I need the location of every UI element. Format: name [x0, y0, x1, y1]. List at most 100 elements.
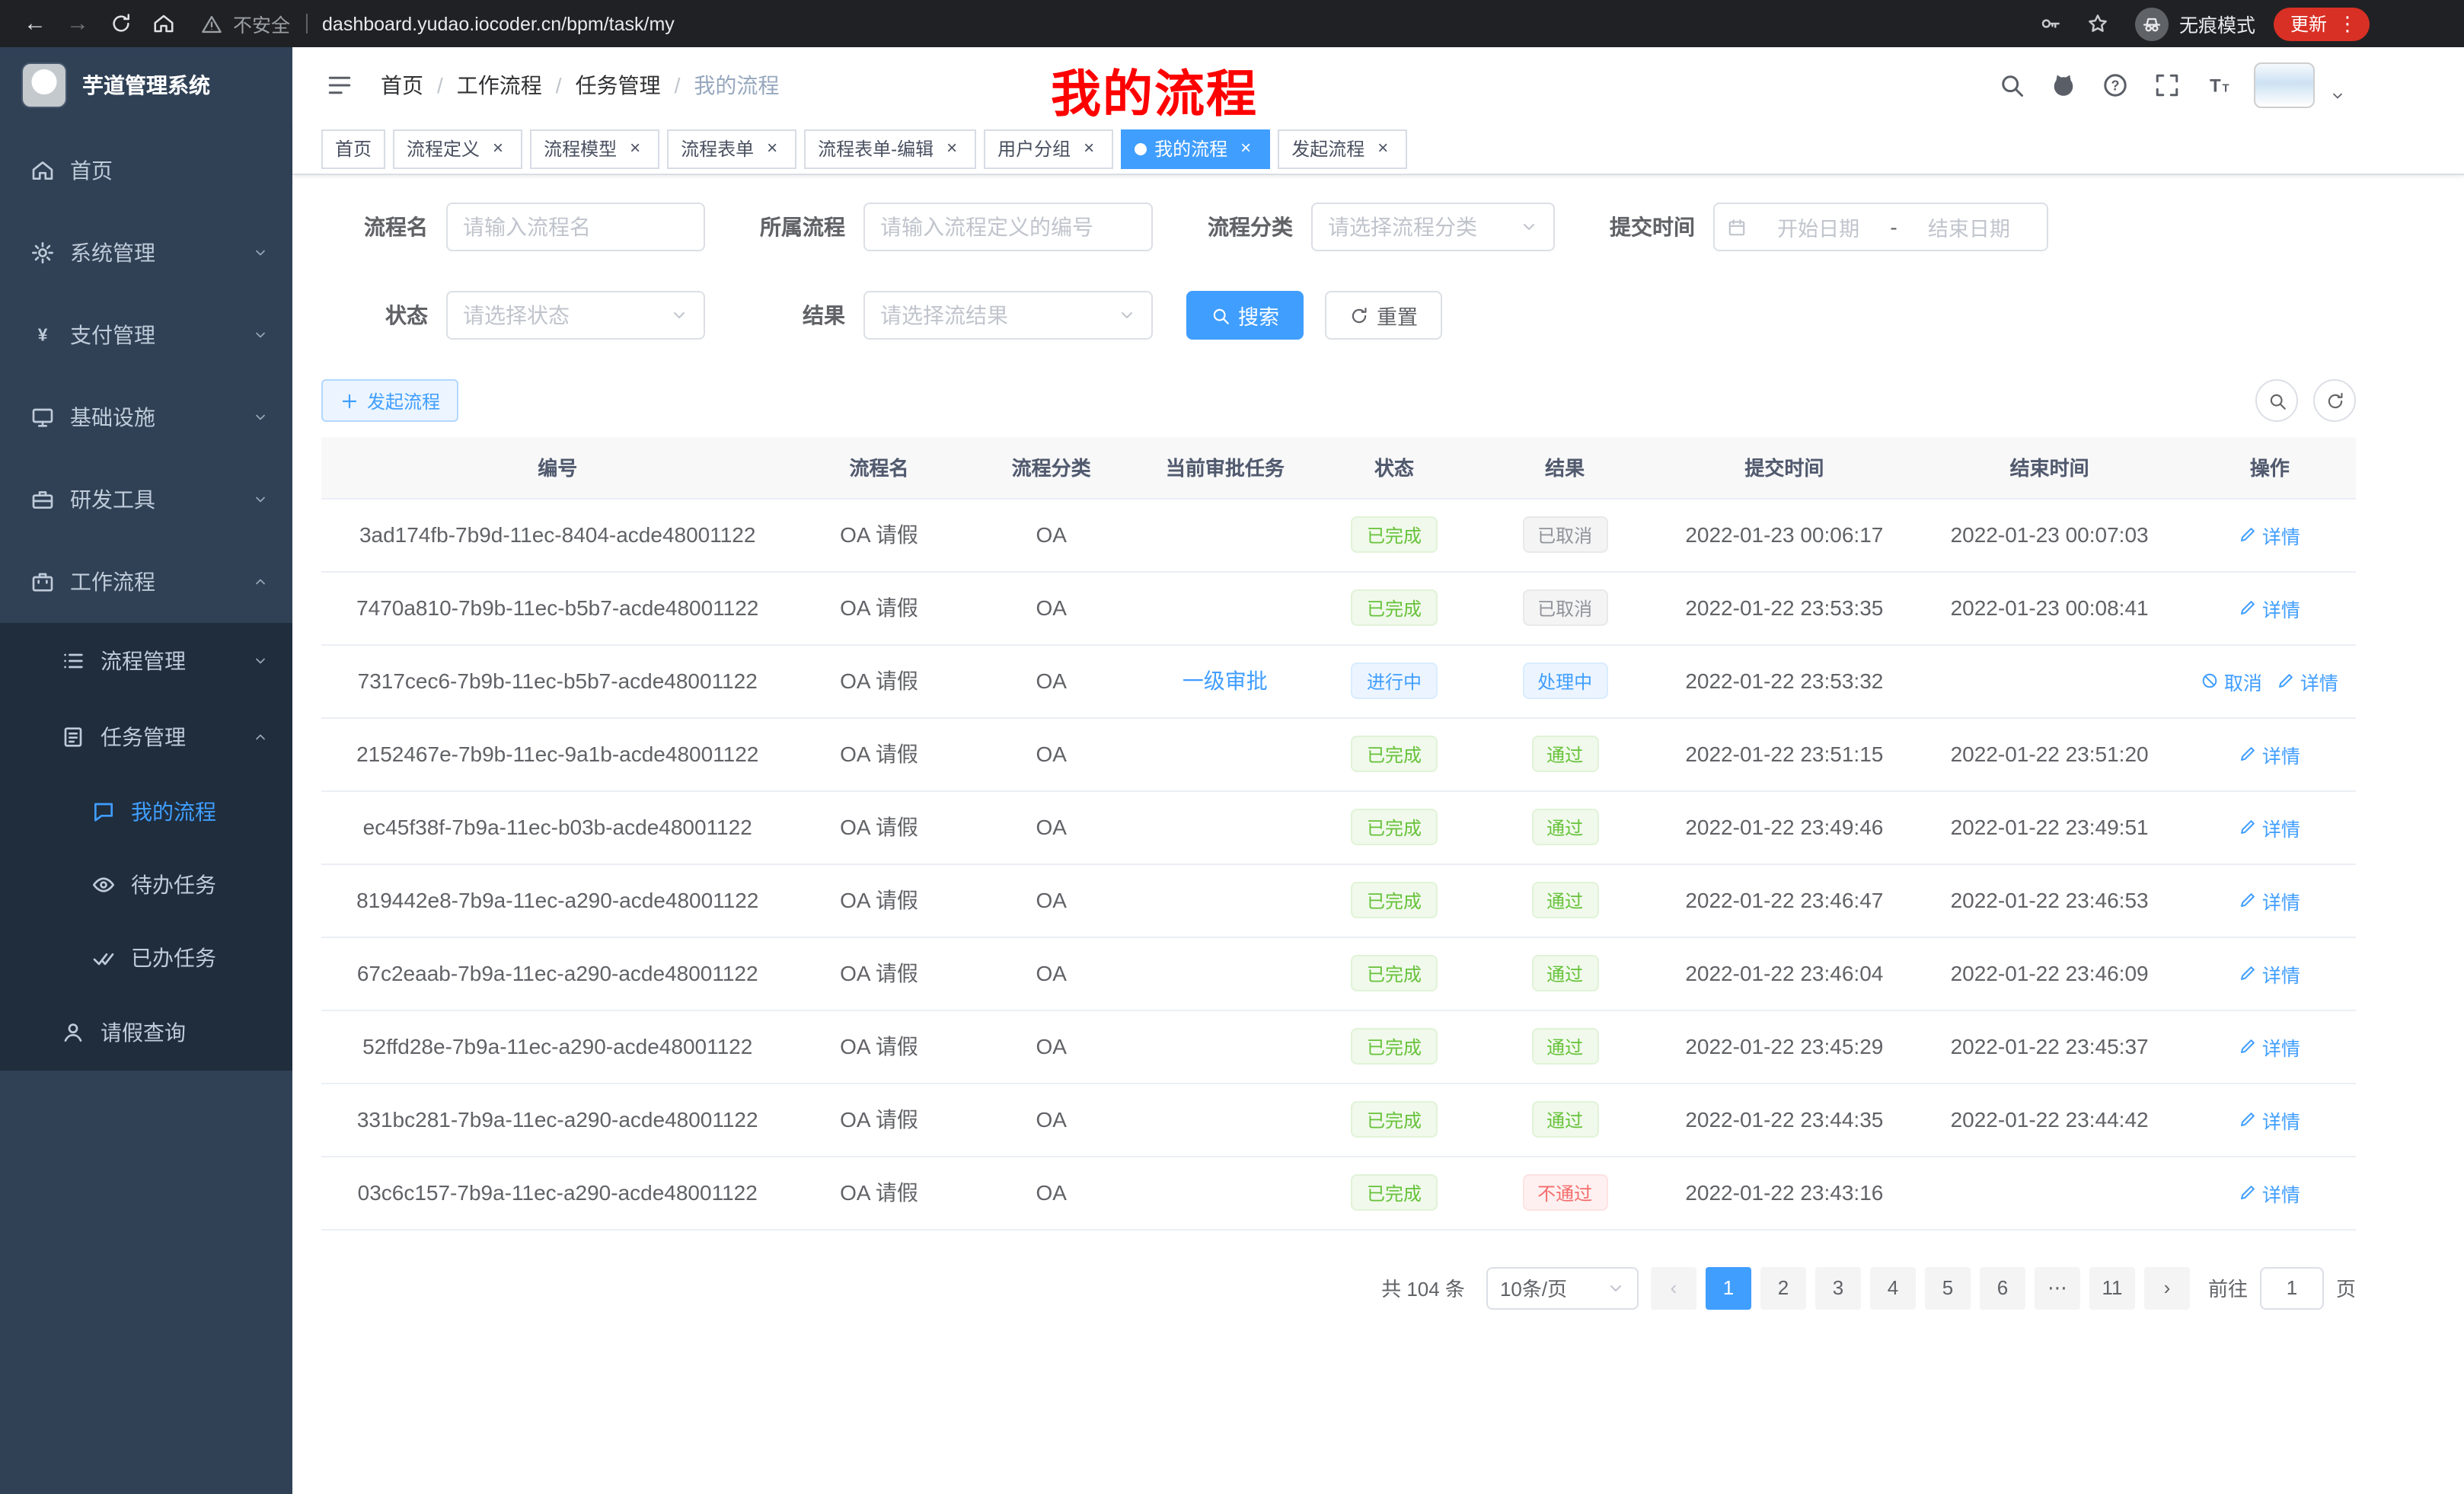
- cell-category: OA: [965, 937, 1138, 1010]
- sidebar-item-my-process[interactable]: 我的流程: [0, 775, 292, 848]
- sidebar-item-label: 待办任务: [131, 870, 277, 900]
- close-icon[interactable]: ×: [761, 138, 783, 159]
- sidebar-item-workflow[interactable]: 工作流程: [0, 541, 292, 623]
- result-tag: 已取消: [1522, 516, 1607, 553]
- close-icon[interactable]: ×: [487, 138, 509, 159]
- action-detail[interactable]: 详情: [2239, 886, 2300, 915]
- password-key-button[interactable]: [2033, 5, 2070, 42]
- prev-page-button[interactable]: ‹: [1651, 1266, 1696, 1309]
- tab-user-group[interactable]: 用户分组×: [984, 129, 1113, 168]
- bookmark-star-button[interactable]: [2080, 5, 2117, 42]
- result-tag: 通过: [1531, 1101, 1598, 1138]
- status-select[interactable]: 请选择状态: [446, 291, 705, 340]
- action-detail[interactable]: 详情: [2239, 1105, 2300, 1134]
- submit-time-range[interactable]: 开始日期 - 结束日期: [1713, 203, 2048, 251]
- reload-button[interactable]: [101, 4, 140, 43]
- sidebar-item-devtools[interactable]: 研发工具: [0, 458, 292, 541]
- process-def-input[interactable]: [880, 215, 1136, 239]
- breadcrumb-item[interactable]: 任务管理: [576, 70, 661, 101]
- cell-end-time: [1915, 644, 2183, 717]
- hamburger-icon[interactable]: [326, 72, 353, 99]
- chevron-down-icon: [253, 245, 268, 260]
- toggle-search-button[interactable]: [2255, 379, 2298, 422]
- task-link[interactable]: 一级审批: [1183, 669, 1268, 693]
- sidebar-item-payment[interactable]: 支付管理: [0, 294, 292, 376]
- close-icon[interactable]: ×: [1235, 138, 1256, 159]
- tab-process-form[interactable]: 流程表单×: [667, 129, 796, 168]
- page-button[interactable]: 3: [1815, 1266, 1861, 1309]
- browser-home-button[interactable]: [143, 4, 183, 43]
- fullscreen-button[interactable]: [2153, 72, 2181, 99]
- github-button[interactable]: [2050, 72, 2077, 99]
- reset-button[interactable]: 重置: [1325, 291, 1442, 340]
- sidebar-item-infrastructure[interactable]: 基础设施: [0, 376, 292, 458]
- sidebar-item-home[interactable]: 首页: [0, 129, 292, 212]
- page-button[interactable]: 2: [1760, 1266, 1806, 1309]
- sidebar-item-process-mgmt[interactable]: 流程管理: [0, 623, 292, 699]
- reset-button-label: 重置: [1377, 300, 1418, 330]
- tab-process-model[interactable]: 流程模型×: [530, 129, 659, 168]
- sidebar-item-leave-query[interactable]: 请假查询: [0, 994, 292, 1071]
- refresh-table-button[interactable]: [2313, 379, 2356, 422]
- avatar[interactable]: [2254, 62, 2315, 108]
- breadcrumb-item[interactable]: 首页: [381, 70, 423, 101]
- action-detail[interactable]: 详情: [2239, 1032, 2300, 1061]
- close-icon[interactable]: ×: [1078, 138, 1100, 159]
- sidebar-item-done-tasks[interactable]: 已办任务: [0, 921, 292, 994]
- action-detail[interactable]: 详情: [2239, 959, 2300, 988]
- action-detail[interactable]: 详情: [2277, 666, 2338, 695]
- result-select[interactable]: 请选择流结果: [863, 291, 1153, 340]
- close-icon[interactable]: ×: [1372, 138, 1393, 159]
- column-header: 结束时间: [1915, 437, 2183, 498]
- search-button[interactable]: [1998, 72, 2025, 99]
- forward-button[interactable]: →: [58, 4, 97, 43]
- jump-label: 前往: [2208, 1273, 2248, 1302]
- action-detail[interactable]: 详情: [2239, 520, 2300, 549]
- next-page-button[interactable]: ›: [2144, 1266, 2190, 1309]
- sidebar-item-task-mgmt[interactable]: 任务管理: [0, 699, 292, 775]
- kebab-menu-icon[interactable]: ⋮: [2333, 14, 2362, 34]
- breadcrumb-item[interactable]: 工作流程: [457, 70, 542, 101]
- sidebar-item-todo-tasks[interactable]: 待办任务: [0, 848, 292, 921]
- page-button[interactable]: 11: [2089, 1266, 2135, 1309]
- tab-process-form-edit[interactable]: 流程表单-编辑×: [804, 129, 976, 168]
- tab-my-process[interactable]: 我的流程×: [1121, 129, 1270, 168]
- page-size-select[interactable]: 10条/页: [1486, 1266, 1639, 1309]
- question-button[interactable]: [2102, 72, 2129, 99]
- process-name-input[interactable]: [463, 215, 688, 239]
- page-button[interactable]: 5: [1925, 1266, 1971, 1309]
- action-detail[interactable]: 详情: [2239, 739, 2300, 768]
- app-logo-row[interactable]: 芋道管理系统: [0, 47, 292, 123]
- action-detail[interactable]: 详情: [2239, 812, 2300, 841]
- close-icon[interactable]: ×: [624, 138, 646, 159]
- page-button[interactable]: 4: [1870, 1266, 1916, 1309]
- fontsize-button[interactable]: [2205, 72, 2233, 99]
- column-header: 编号: [321, 437, 793, 498]
- breadcrumb: 首页/工作流程/任务管理/我的流程: [381, 70, 779, 101]
- action-cancel[interactable]: 取消: [2201, 666, 2262, 695]
- jump-page-input[interactable]: [2260, 1266, 2324, 1309]
- tab-start-process[interactable]: 发起流程×: [1278, 129, 1407, 168]
- action-detail[interactable]: 详情: [2239, 1178, 2300, 1207]
- address-bar[interactable]: 不安全 dashboard.yudao.iocoder.cn/bpm/task/…: [201, 4, 2117, 43]
- tab-process-definition[interactable]: 流程定义×: [393, 129, 522, 168]
- tasks-icon: [61, 725, 85, 749]
- create-process-button[interactable]: 发起流程: [321, 379, 458, 422]
- update-button[interactable]: 更新 ⋮: [2274, 7, 2370, 40]
- page-button[interactable]: 6: [1980, 1266, 2025, 1309]
- action-detail[interactable]: 详情: [2239, 593, 2300, 622]
- cell-category: OA: [965, 864, 1138, 937]
- more-pages-button[interactable]: ⋯: [2035, 1266, 2080, 1309]
- tab-home[interactable]: 首页: [321, 129, 385, 168]
- back-button[interactable]: ←: [15, 4, 55, 43]
- page-button[interactable]: 1: [1706, 1266, 1751, 1309]
- done-icon: [91, 946, 116, 970]
- close-icon[interactable]: ×: [941, 138, 962, 159]
- sidebar-item-system[interactable]: 系统管理: [0, 212, 292, 294]
- avatar-caret-icon[interactable]: [2330, 88, 2345, 104]
- chevron-up-icon: [253, 574, 268, 589]
- cell-id: 2152467e-7b9b-11ec-9a1b-acde48001122: [321, 717, 793, 790]
- category-select[interactable]: 请选择流程分类: [1311, 203, 1555, 251]
- chevron-down-icon: [1118, 306, 1136, 324]
- search-button[interactable]: 搜索: [1186, 291, 1304, 340]
